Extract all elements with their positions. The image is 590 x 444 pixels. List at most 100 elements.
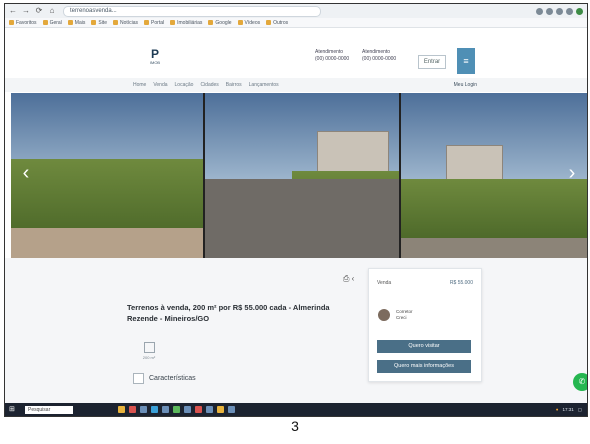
windows-start-icon[interactable]: ⊞ bbox=[9, 405, 19, 414]
login-button[interactable]: Entrar bbox=[418, 55, 446, 69]
page-number: 3 bbox=[291, 418, 299, 434]
app-icon[interactable] bbox=[140, 406, 147, 413]
photo-road bbox=[11, 228, 203, 258]
app-icon[interactable] bbox=[195, 406, 202, 413]
gallery-photo[interactable] bbox=[401, 93, 587, 258]
photo-road bbox=[205, 178, 399, 258]
address-bar[interactable]: terrenoasvenda... bbox=[63, 5, 321, 17]
photo-gallery: ‹ › bbox=[11, 93, 587, 258]
nav-item[interactable]: Venda bbox=[153, 82, 167, 88]
share-print-icons[interactable]: ⎙ ‹ bbox=[343, 274, 354, 284]
visit-button[interactable]: Quero visitar bbox=[377, 340, 471, 353]
taskbar-apps bbox=[118, 406, 235, 413]
nav-item[interactable]: Lançamentos bbox=[249, 82, 279, 88]
contact-label: Atendimento bbox=[362, 49, 391, 55]
extension-icon[interactable] bbox=[546, 7, 553, 15]
system-tray: ● 17:31 ▢ bbox=[556, 407, 587, 413]
bookmark-item[interactable]: Site bbox=[91, 20, 107, 26]
bookmark-label: Notícias bbox=[119, 19, 139, 26]
bookmark-label: Favoritos bbox=[16, 19, 37, 26]
bookmark-item[interactable]: Portal bbox=[144, 20, 164, 26]
app-icon[interactable] bbox=[184, 406, 191, 413]
agent-avatar bbox=[378, 309, 390, 321]
bookmark-label: Site bbox=[98, 19, 107, 26]
contact-label: Atendimento bbox=[315, 49, 344, 55]
more-info-button[interactable]: Quero mais informações bbox=[377, 360, 471, 373]
photo-house bbox=[317, 131, 389, 173]
bookmark-item[interactable]: Outros bbox=[266, 20, 288, 26]
menu-icon[interactable]: ≡ bbox=[457, 48, 475, 74]
bookmark-item[interactable]: Notícias bbox=[112, 19, 139, 26]
bookmark-label: Mais bbox=[74, 19, 86, 26]
screenshot-frame: ← → ⟳ ⌂ terrenoasvenda... Favoritos Gera… bbox=[4, 3, 588, 417]
property-title: Terrenos à venda, 200 m² por R$ 55.000 c… bbox=[127, 303, 330, 323]
bookmarks-bar: Favoritos Geral Mais Site Notícias Porta… bbox=[5, 18, 587, 28]
bookmark-label: Google bbox=[215, 19, 232, 26]
bookmark-label: Portal bbox=[151, 19, 165, 26]
extensions-area bbox=[536, 7, 587, 15]
extension-icon[interactable] bbox=[556, 7, 563, 15]
home-icon[interactable]: ⌂ bbox=[47, 6, 57, 16]
price-value: R$ 55.000 bbox=[449, 280, 473, 286]
gallery-prev-icon[interactable]: ‹ bbox=[19, 158, 33, 188]
browser-toolbar: ← → ⟳ ⌂ terrenoasvenda... bbox=[5, 4, 587, 18]
bookmark-label: Outros bbox=[273, 19, 289, 26]
extension-icon[interactable] bbox=[566, 7, 573, 15]
agent-sub: Creci bbox=[396, 315, 407, 320]
bookmark-icon bbox=[208, 20, 214, 25]
site-header: P IMOB Atendimento (00) 0000-0000 Atendi… bbox=[5, 28, 587, 78]
characteristics-header[interactable]: Características bbox=[133, 373, 196, 384]
notification-icon[interactable]: ▢ bbox=[578, 407, 582, 413]
contact-phone-1[interactable]: Atendimento (00) 0000-0000 bbox=[315, 49, 349, 63]
taskbar-search[interactable]: Pesquisar bbox=[25, 405, 73, 414]
bookmark-icon bbox=[112, 20, 118, 25]
gallery-photo[interactable] bbox=[205, 93, 399, 258]
forward-icon[interactable]: → bbox=[21, 6, 31, 16]
bookmark-icon bbox=[266, 20, 272, 25]
bookmark-item[interactable]: Vídeos bbox=[237, 19, 261, 26]
gallery-next-icon[interactable]: › bbox=[565, 158, 579, 188]
area-label: 200 m² bbox=[142, 355, 156, 360]
app-icon[interactable] bbox=[162, 406, 169, 413]
app-icon[interactable] bbox=[228, 406, 235, 413]
app-icon[interactable] bbox=[118, 406, 125, 413]
nav-item[interactable]: Bairros bbox=[226, 82, 242, 88]
nav-item[interactable]: Cidades bbox=[200, 82, 218, 88]
gallery-photo[interactable] bbox=[11, 93, 203, 258]
account-link[interactable]: Meu Login bbox=[454, 82, 477, 88]
app-icon[interactable] bbox=[151, 406, 158, 413]
logo-mark: P bbox=[150, 47, 159, 61]
contact-value: (00) 0000-0000 bbox=[362, 56, 397, 62]
profile-icon[interactable] bbox=[576, 7, 583, 15]
back-icon[interactable]: ← bbox=[8, 6, 18, 16]
app-icon[interactable] bbox=[217, 406, 224, 413]
whatsapp-icon[interactable]: ✆ bbox=[573, 373, 587, 391]
clock[interactable]: 17:31 bbox=[562, 407, 573, 412]
bookmark-icon bbox=[170, 20, 176, 25]
contact-card: Venda R$ 55.000 Corretor Creci Quero vis… bbox=[368, 268, 482, 382]
bookmark-icon bbox=[9, 20, 14, 25]
photo-grass bbox=[401, 178, 587, 239]
bookmark-icon bbox=[91, 20, 97, 25]
bookmark-item[interactable]: Geral bbox=[42, 20, 62, 26]
reload-icon[interactable]: ⟳ bbox=[34, 6, 44, 16]
contact-phone-2[interactable]: Atendimento (00) 0000-0000 bbox=[362, 49, 396, 63]
sale-label: Venda bbox=[377, 280, 392, 286]
bookmark-item[interactable]: Favoritos bbox=[9, 20, 37, 26]
app-icon[interactable] bbox=[173, 406, 180, 413]
nav-item[interactable]: Home bbox=[133, 82, 146, 88]
bookmark-label: Vídeos bbox=[244, 19, 261, 26]
bookmark-label: Imobiliárias bbox=[177, 19, 203, 26]
nav-item[interactable]: Locação bbox=[175, 82, 194, 88]
app-icon[interactable] bbox=[129, 406, 136, 413]
bookmark-icon bbox=[67, 20, 73, 25]
extension-icon[interactable] bbox=[536, 7, 543, 15]
bookmark-item[interactable]: Mais bbox=[67, 19, 86, 26]
area-feature: 200 m² bbox=[138, 342, 160, 360]
app-icon[interactable] bbox=[206, 406, 213, 413]
bookmark-item[interactable]: Imobiliárias bbox=[170, 20, 202, 26]
weather-icon[interactable]: ● bbox=[556, 407, 559, 412]
site-logo[interactable]: P IMOB bbox=[145, 48, 165, 66]
bookmark-item[interactable]: Google bbox=[208, 19, 232, 26]
property-content: ⎙ ‹ Terrenos à venda, 200 m² por R$ 55.0… bbox=[5, 258, 587, 404]
